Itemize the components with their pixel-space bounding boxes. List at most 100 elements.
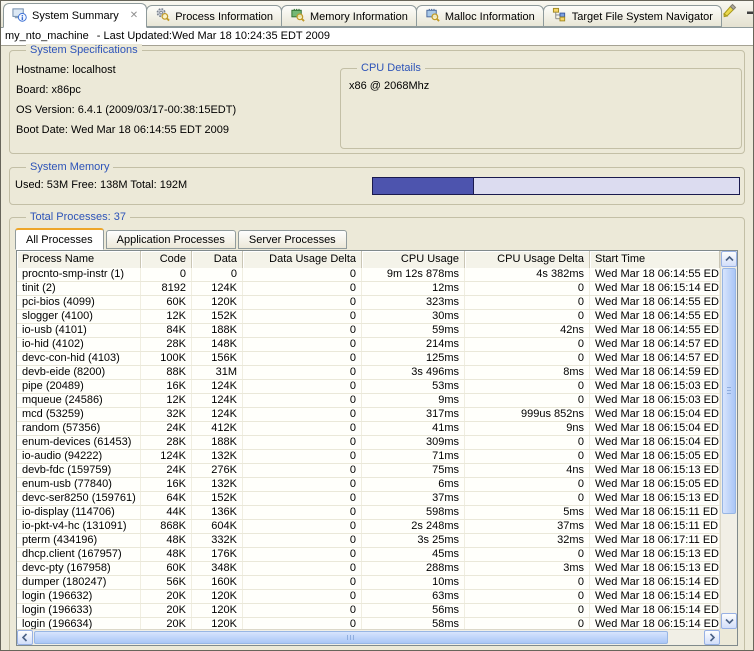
table-cell-data: 276K — [192, 464, 243, 477]
table-row[interactable]: pipe (20489)16K124K053ms0Wed Mar 18 06:1… — [17, 380, 720, 394]
table-row[interactable]: slogger (4100)12K152K030ms0Wed Mar 18 06… — [17, 310, 720, 324]
column-header-code[interactable]: Code — [141, 251, 192, 268]
table-cell-start-time: Wed Mar 18 06:14:57 ED. — [590, 352, 720, 365]
table-cell-code: 16K — [141, 380, 192, 393]
table-row[interactable]: random (57356)24K412K041ms9nsWed Mar 18 … — [17, 422, 720, 436]
table-row[interactable]: dhcp.client (167957)48K176K045ms0Wed Mar… — [17, 548, 720, 562]
view-toolbar — [721, 2, 754, 27]
table-cell-start-time: Wed Mar 18 06:14:55 ED. — [590, 310, 720, 323]
scroll-left-button[interactable] — [17, 630, 33, 645]
system-summary-icon — [12, 7, 27, 25]
table-row[interactable]: io-hid (4102)28K148K0214ms0Wed Mar 18 06… — [17, 338, 720, 352]
tab-label: Malloc Information — [445, 10, 535, 23]
scroll-right-button[interactable] — [704, 630, 720, 645]
table-cell-cpu-usage-delta: 9ns — [465, 422, 590, 435]
table-cell-start-time: Wed Mar 18 06:15:11 ED. — [590, 506, 720, 519]
table-row[interactable]: io-audio (94222)124K132K071ms0Wed Mar 18… — [17, 450, 720, 464]
highlighter-icon[interactable] — [721, 2, 737, 18]
table-row[interactable]: login (196633)20K120K056ms0Wed Mar 18 06… — [17, 604, 720, 618]
machine-name: my_nto_machine — [5, 30, 89, 42]
tab-application-processes[interactable]: Application Processes — [106, 230, 236, 249]
table-row[interactable]: devb-fdc (159759)24K276K075ms4nsWed Mar … — [17, 464, 720, 478]
table-row[interactable]: procnto-smp-instr (1)0009m 12s 878ms4s 3… — [17, 268, 720, 282]
table-cell-cpu-usage: 9ms — [362, 394, 465, 407]
table-cell-cpu-usage-delta: 0 — [465, 394, 590, 407]
table-row[interactable]: io-display (114706)44K136K0598ms5msWed M… — [17, 506, 720, 520]
vertical-scrollbar[interactable] — [720, 251, 737, 629]
table-cell-cpu-usage: 309ms — [362, 436, 465, 449]
table-row[interactable]: devc-con-hid (4103)100K156K0125ms0Wed Ma… — [17, 352, 720, 366]
table-cell-cpu-usage: 2s 248ms — [362, 520, 465, 533]
minimize-icon[interactable] — [746, 5, 754, 15]
tab-malloc-information[interactable]: Malloc Information — [416, 5, 544, 27]
table-cell-process-name: devc-ser8250 (159761) — [17, 492, 141, 505]
table-cell-cpu-usage-delta: 0 — [465, 310, 590, 323]
table-cell-start-time: Wed Mar 18 06:14:55 ED. — [590, 296, 720, 309]
scroll-up-button[interactable] — [721, 251, 737, 267]
tab-all-processes[interactable]: All Processes — [15, 228, 104, 250]
table-cell-data: 188K — [192, 436, 243, 449]
table-cell-data-usage-delta: 0 — [243, 422, 362, 435]
table-row[interactable]: login (196632)20K120K063ms0Wed Mar 18 06… — [17, 590, 720, 604]
tab-label: System Summary — [32, 9, 119, 22]
column-header-cpu-usage[interactable]: CPU Usage — [362, 251, 465, 268]
horizontal-scroll-thumb[interactable] — [34, 631, 668, 644]
table-cell-data: 120K — [192, 618, 243, 629]
table-cell-data-usage-delta: 0 — [243, 352, 362, 365]
table-cell-process-name: devb-eide (8200) — [17, 366, 141, 379]
table-cell-cpu-usage-delta: 42ns — [465, 324, 590, 337]
vertical-scroll-thumb[interactable] — [722, 268, 736, 514]
memory-bar-fill — [373, 178, 474, 194]
table-header: Process NameCodeDataData Usage DeltaCPU … — [17, 251, 720, 268]
table-cell-cpu-usage: 317ms — [362, 408, 465, 421]
table-cell-process-name: devc-con-hid (4103) — [17, 352, 141, 365]
table-cell-code: 56K — [141, 576, 192, 589]
table-cell-start-time: Wed Mar 18 06:15:14 ED. — [590, 590, 720, 603]
tab-process-information[interactable]: Process Information — [146, 5, 282, 27]
table-row[interactable]: io-pkt-v4-hc (131091)868K604K02s 248ms37… — [17, 520, 720, 534]
table-cell-cpu-usage: 30ms — [362, 310, 465, 323]
table-cell-start-time: Wed Mar 18 06:15:14 ED. — [590, 618, 720, 629]
table-row[interactable]: devc-ser8250 (159761)64K152K037ms0Wed Ma… — [17, 492, 720, 506]
table-cell-process-name: login (196632) — [17, 590, 141, 603]
table-cell-data: 120K — [192, 604, 243, 617]
table-row[interactable]: enum-devices (61453)28K188K0309ms0Wed Ma… — [17, 436, 720, 450]
table-row[interactable]: enum-usb (77840)16K132K06ms0Wed Mar 18 0… — [17, 478, 720, 492]
process-table: Process NameCodeDataData Usage DeltaCPU … — [16, 250, 738, 646]
table-cell-start-time: Wed Mar 18 06:15:05 ED. — [590, 478, 720, 491]
column-header-data[interactable]: Data — [192, 251, 243, 268]
table-row[interactable]: mcd (53259)32K124K0317ms999us 852nsWed M… — [17, 408, 720, 422]
table-row[interactable]: tinit (2)8192124K012ms0Wed Mar 18 06:15:… — [17, 282, 720, 296]
process-tab-bar: All Processes Application Processes Serv… — [15, 228, 349, 249]
scroll-down-button[interactable] — [721, 613, 737, 629]
tab-system-summary[interactable]: System Summary ✕ — [3, 3, 147, 28]
tab-server-processes[interactable]: Server Processes — [238, 230, 347, 249]
table-row[interactable]: login (196634)20K120K058ms0Wed Mar 18 06… — [17, 618, 720, 629]
table-cell-data-usage-delta: 0 — [243, 520, 362, 533]
table-cell-cpu-usage: 323ms — [362, 296, 465, 309]
tab-memory-information[interactable]: Memory Information — [281, 5, 417, 27]
table-cell-cpu-usage: 56ms — [362, 604, 465, 617]
tab-target-file-system-navigator[interactable]: Target File System Navigator — [543, 5, 722, 27]
table-cell-cpu-usage-delta: 0 — [465, 618, 590, 629]
close-icon[interactable]: ✕ — [130, 10, 138, 21]
table-row[interactable]: mqueue (24586)12K124K09ms0Wed Mar 18 06:… — [17, 394, 720, 408]
table-cell-code: 100K — [141, 352, 192, 365]
column-header-process-name[interactable]: Process Name — [17, 251, 141, 268]
column-header-data-usage-delta[interactable]: Data Usage Delta — [243, 251, 362, 268]
table-cell-start-time: Wed Mar 18 06:14:55 ED. — [590, 268, 720, 281]
table-row[interactable]: pterm (434196)48K332K03s 25ms32msWed Mar… — [17, 534, 720, 548]
table-row[interactable]: devb-eide (8200)88K31M03s 496ms8msWed Ma… — [17, 366, 720, 380]
table-row[interactable]: pci-bios (4099)60K120K0323ms0Wed Mar 18 … — [17, 296, 720, 310]
column-header-cpu-usage-delta[interactable]: CPU Usage Delta — [465, 251, 590, 268]
table-cell-process-name: login (196633) — [17, 604, 141, 617]
table-row[interactable]: devc-pty (167958)60K348K0288ms3msWed Mar… — [17, 562, 720, 576]
table-cell-data-usage-delta: 0 — [243, 282, 362, 295]
table-row[interactable]: io-usb (4101)84K188K059ms42nsWed Mar 18 … — [17, 324, 720, 338]
table-row[interactable]: dumper (180247)56K160K010ms0Wed Mar 18 0… — [17, 576, 720, 590]
table-cell-code: 24K — [141, 464, 192, 477]
table-cell-code: 20K — [141, 604, 192, 617]
table-cell-start-time: Wed Mar 18 06:15:14 ED. — [590, 604, 720, 617]
horizontal-scrollbar[interactable] — [17, 629, 720, 645]
column-header-start-time[interactable]: Start Time — [590, 251, 720, 268]
